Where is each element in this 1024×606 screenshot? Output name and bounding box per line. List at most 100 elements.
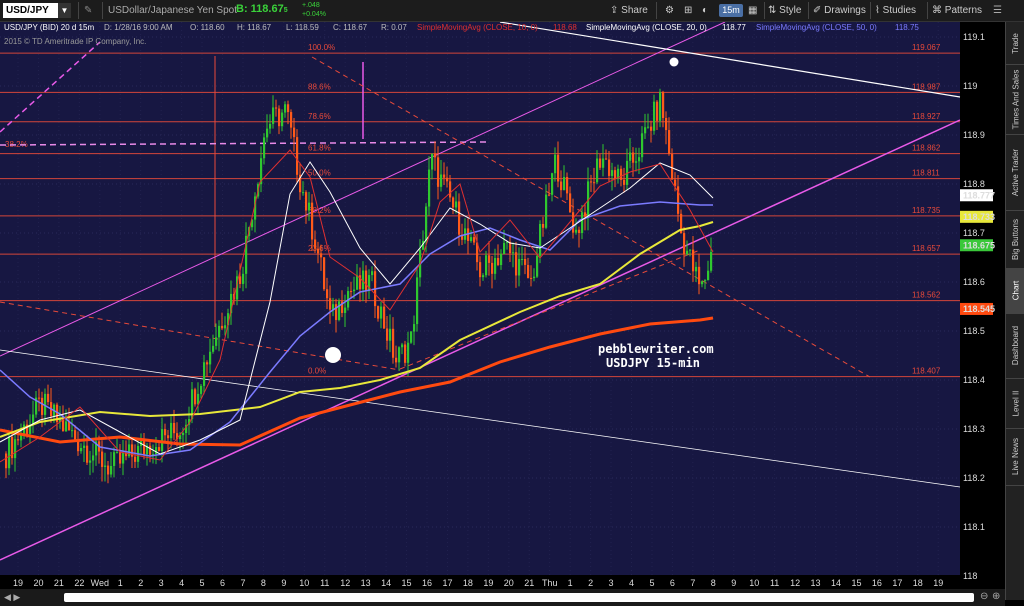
interval-selector[interactable]: 15m xyxy=(719,4,743,17)
tab-big-buttons[interactable]: Big Buttons xyxy=(1006,210,1024,269)
price-tag-text: 118.675 xyxy=(963,240,995,250)
time-axis-tick: 16 xyxy=(422,578,432,588)
bottom-scrollbar: ◀ ▶ ⊖ ⊕ xyxy=(0,589,1005,606)
candle-body xyxy=(281,112,284,127)
time-axis-tick: 12 xyxy=(340,578,350,588)
candle-body xyxy=(434,153,437,158)
candle-body xyxy=(605,158,608,160)
candle-body xyxy=(269,123,272,129)
patterns-button[interactable]: ⌘ Patterns xyxy=(932,3,982,18)
candle-body xyxy=(272,107,275,124)
tab-level-ii[interactable]: Level II xyxy=(1006,378,1024,429)
time-axis-tick: 20 xyxy=(504,578,514,588)
candle-body xyxy=(437,157,440,187)
candle-body xyxy=(425,206,428,241)
candle-body xyxy=(71,430,74,432)
symbol-selector[interactable]: USD/JPY ▼ xyxy=(3,3,71,18)
time-axis-tick: 7 xyxy=(240,578,245,588)
candle-body xyxy=(593,182,596,184)
candle-body xyxy=(635,161,638,163)
tab-active-trader[interactable]: Active Trader xyxy=(1006,134,1024,211)
flexible-grid-button[interactable]: ▦ xyxy=(748,3,757,18)
tab-times-and-sales[interactable]: Times And Sales xyxy=(1006,64,1024,135)
candle-body xyxy=(431,153,434,170)
candle-body xyxy=(311,202,314,240)
time-axis-tick: 5 xyxy=(200,578,205,588)
zoom-out-icon[interactable]: ⊖ xyxy=(980,591,988,602)
fib-price-label: 118.735 xyxy=(912,206,941,215)
candle-body xyxy=(488,255,491,263)
fib-price-label: 118.657 xyxy=(912,244,941,253)
chevron-down-icon[interactable]: ▼ xyxy=(58,3,71,18)
candle-body xyxy=(401,344,404,348)
candle-body xyxy=(644,127,647,134)
time-axis-tick: 3 xyxy=(159,578,164,588)
share-button[interactable]: ⇪ Share xyxy=(610,3,648,18)
candle-body xyxy=(659,92,662,121)
time-axis-tick: 21 xyxy=(524,578,534,588)
drawing-set-icon: ⊞ xyxy=(684,5,693,16)
tab-label: Live News xyxy=(1011,438,1020,475)
share-icon: ⇪ xyxy=(610,5,619,16)
candle-body xyxy=(707,270,710,281)
tab-chart[interactable]: Chart xyxy=(1006,268,1024,314)
time-scrollbar[interactable] xyxy=(64,593,974,602)
candle-body xyxy=(647,126,650,128)
price-chart[interactable]: 100.0% 119.06788.6% 118.98778.6% 118.92761.… xyxy=(0,22,1005,589)
sma10-value: 118.68 xyxy=(553,23,577,32)
scroll-left-icon[interactable]: ◀ ▶ xyxy=(4,592,20,603)
candle-body xyxy=(221,325,224,329)
candle-body xyxy=(548,194,551,196)
drawing-set-button[interactable]: ⊞ xyxy=(684,3,692,18)
candle-body xyxy=(524,259,527,265)
candle-body xyxy=(473,237,476,243)
candle-body xyxy=(404,344,407,363)
candle-body xyxy=(491,262,494,274)
candle-body xyxy=(263,137,266,159)
candle-body xyxy=(200,385,203,394)
candle-body xyxy=(107,465,110,475)
time-axis-tick: 5 xyxy=(649,578,654,588)
time-axis-tick: 19 xyxy=(933,578,943,588)
toolbar-separator xyxy=(870,2,871,19)
time-axis-tick: 15 xyxy=(851,578,861,588)
zoom-in-icon[interactable]: ⊕ xyxy=(992,591,1000,602)
tab-live-news[interactable]: Live News xyxy=(1006,428,1024,486)
candle-body xyxy=(542,223,545,228)
tab-trade[interactable]: Trade xyxy=(1006,22,1024,65)
candle-body xyxy=(167,435,170,439)
time-axis-tick: 11 xyxy=(770,578,779,588)
time-axis-tick: 14 xyxy=(381,578,391,588)
candle-body xyxy=(623,179,626,185)
time-axis-tick: 20 xyxy=(33,578,43,588)
candle-body xyxy=(296,137,299,175)
time-axis-tick: 9 xyxy=(731,578,736,588)
candle-body xyxy=(494,258,497,274)
link-icon[interactable]: ✎ xyxy=(84,3,92,18)
style-button[interactable]: ⇅ Style xyxy=(768,3,801,18)
candle-body xyxy=(395,357,398,363)
candle-body xyxy=(155,447,158,455)
candle-body xyxy=(239,276,242,284)
candle-body xyxy=(554,154,557,174)
more-options-icon[interactable]: ☰ xyxy=(993,3,1002,18)
candle-body xyxy=(365,270,368,291)
candle-body xyxy=(572,212,575,233)
candle-body xyxy=(209,351,212,365)
candle-body xyxy=(17,439,20,441)
time-axis-tick: 18 xyxy=(913,578,923,588)
sma20-value: 118.77 xyxy=(722,23,746,32)
drawings-button[interactable]: ✐ Drawings xyxy=(813,3,866,18)
time-axis-tick: 18 xyxy=(463,578,473,588)
candle-body xyxy=(173,422,176,434)
tab-dashboard[interactable]: Dashboard xyxy=(1006,313,1024,379)
studies-button[interactable]: ⌇ Studies xyxy=(875,3,916,18)
candle-body xyxy=(275,107,278,109)
candle-body xyxy=(389,328,392,341)
candle-body xyxy=(575,229,578,233)
marker-dot-top xyxy=(669,57,679,67)
color-button[interactable]: ◐ xyxy=(702,3,708,18)
settings-gear-button[interactable]: ⚙ xyxy=(665,3,674,18)
candle-body xyxy=(599,158,602,168)
candle-body xyxy=(323,257,326,290)
